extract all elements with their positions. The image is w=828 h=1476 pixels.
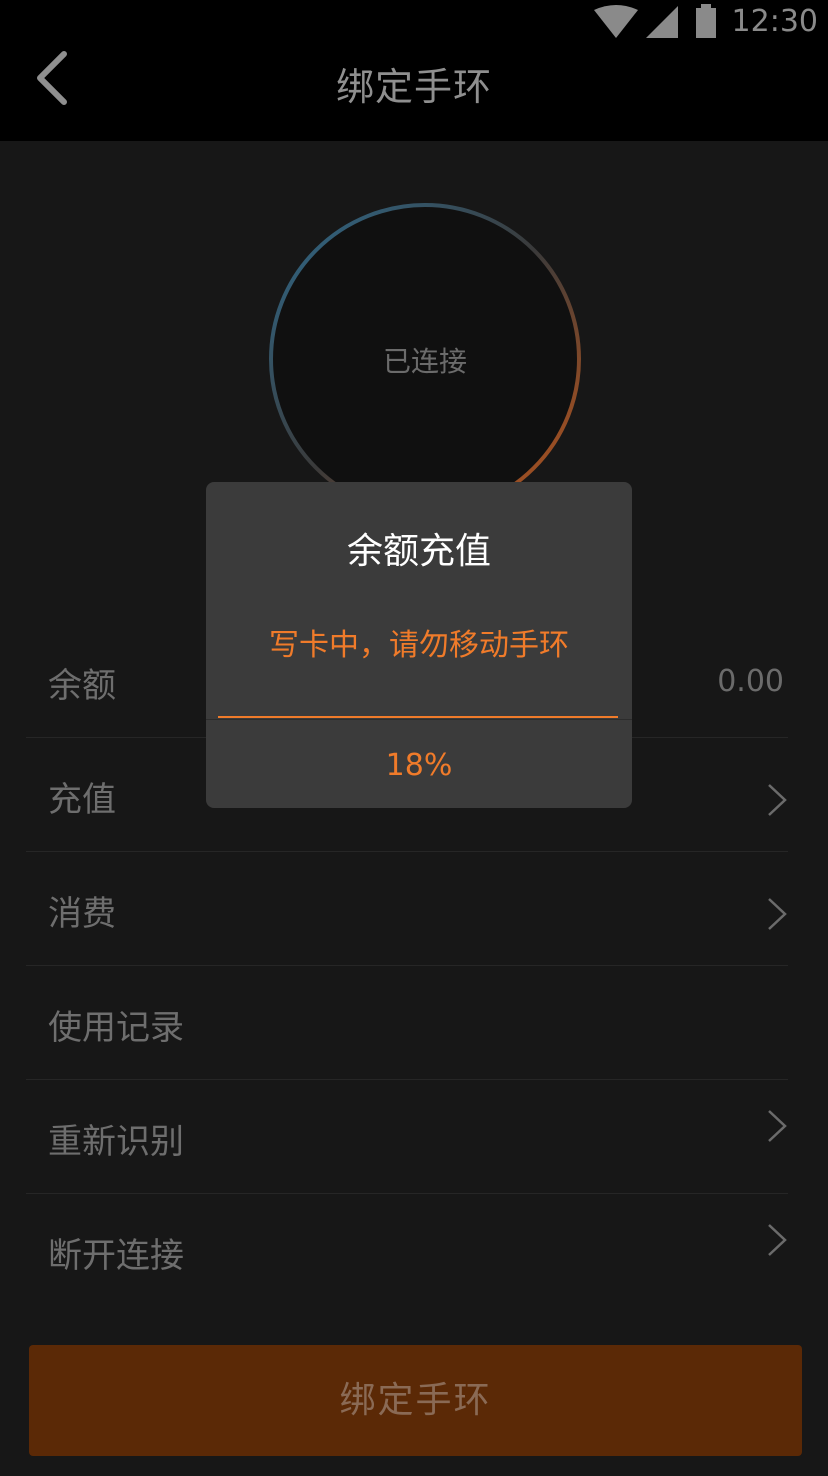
list-item-usage-records[interactable]: 使用记录 bbox=[26, 966, 788, 1080]
chevron-right-icon bbox=[768, 784, 787, 816]
chevron-right-icon bbox=[768, 898, 787, 930]
list-item-re-identify[interactable]: 重新识别 bbox=[26, 1080, 788, 1194]
wifi-icon bbox=[594, 5, 638, 38]
dialog-title: 余额充值 bbox=[346, 531, 491, 572]
cell-signal-icon bbox=[646, 6, 678, 38]
progress-percent: 18% bbox=[385, 748, 453, 783]
bind-wristband-button[interactable]: 绑定手环 bbox=[29, 1345, 802, 1456]
recharge-progress-dialog: 余额充值 写卡中，请勿移动手环 18% bbox=[206, 482, 632, 808]
page-title: 绑定手环 bbox=[335, 65, 492, 109]
list-item-disconnect[interactable]: 断开连接 bbox=[26, 1194, 788, 1307]
dialog-message: 写卡中，请勿移动手环 bbox=[269, 628, 569, 663]
list-item-label: 充值 bbox=[48, 780, 116, 820]
status-time: 12:30 bbox=[731, 4, 818, 39]
balance-value: 0.00 bbox=[717, 664, 784, 699]
status-bar: 12:30 bbox=[0, 0, 828, 48]
list-item-label: 消费 bbox=[48, 894, 116, 934]
dialog-divider bbox=[206, 719, 632, 720]
list-item-consumption[interactable]: 消费 bbox=[26, 852, 788, 966]
balance-label: 余额 bbox=[48, 666, 116, 706]
app-screen: 12:30 绑定手环 已连接 余额 0.00 充值 消费 使用记录 重新识别 断… bbox=[0, 0, 828, 1476]
chevron-right-icon bbox=[768, 1110, 787, 1142]
status-icons bbox=[594, 4, 716, 38]
battery-icon bbox=[696, 4, 716, 38]
list-item-label: 重新识别 bbox=[48, 1122, 184, 1162]
list-item-label: 使用记录 bbox=[48, 1008, 184, 1048]
progress-bar bbox=[218, 716, 618, 718]
list-item-label: 断开连接 bbox=[48, 1236, 184, 1276]
connection-status-label: 已连接 bbox=[382, 345, 467, 378]
chevron-right-icon bbox=[768, 1224, 787, 1256]
app-header: 绑定手环 bbox=[0, 48, 828, 141]
